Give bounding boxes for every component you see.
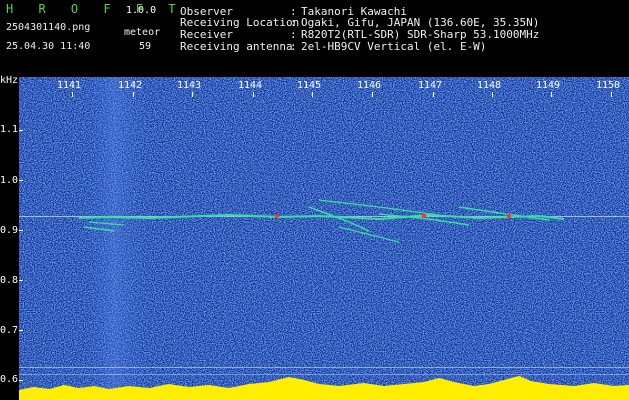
date-time: 25.04.30 11:40: [6, 41, 91, 52]
y-tick-5: [19, 330, 23, 331]
x-tick-label-1142: 1142: [118, 80, 143, 91]
trace-peak-1: [274, 213, 280, 219]
x-tick-label-1148: 1148: [477, 80, 502, 91]
y-tick-4: [19, 280, 23, 281]
x-tick-1145: [312, 92, 313, 97]
x-tick-1149: [551, 92, 552, 97]
y-tick-label-0-7: 0.7: [0, 325, 19, 336]
y-tick-label-1-1: 1.1: [0, 124, 19, 135]
x-tick-label-1143: 1143: [177, 80, 202, 91]
trace-peak-2: [421, 213, 427, 219]
y-axis-unit: kHz: [0, 75, 19, 86]
x-tick-label-1144: 1144: [238, 80, 263, 91]
x-tick-1141: [72, 92, 73, 97]
mode-label: meteor: [124, 27, 161, 38]
file-name: 2504301140.png: [6, 22, 91, 33]
x-tick-1143: [192, 92, 193, 97]
spectrogram-svg: [19, 77, 629, 400]
y-tick-label-1-0: 1.0: [0, 175, 19, 186]
spectrogram: [19, 77, 629, 400]
y-tick-2: [19, 180, 23, 181]
y-tick-1: [19, 130, 23, 131]
meta-colon-4: :: [290, 40, 297, 53]
x-tick-label-1147: 1147: [418, 80, 443, 91]
x-tick-label-1141: 1141: [57, 80, 82, 91]
x-tick-label-1145: 1145: [297, 80, 322, 91]
vertical-noise-band: [87, 77, 147, 400]
y-tick-label-0-9: 0.9: [0, 225, 19, 236]
app-version: 1.0.0: [126, 5, 157, 16]
app-name: H R O F F T: [6, 2, 185, 16]
x-tick-1147: [433, 92, 434, 97]
x-tick-1148: [492, 92, 493, 97]
x-tick-1142: [133, 92, 134, 97]
x-tick-1144: [253, 92, 254, 97]
x-tick-1146: [372, 92, 373, 97]
trace-peak-3: [506, 213, 512, 219]
meta-label-antenna: Receiving antenna: [180, 40, 293, 53]
x-tick-label-1146: 1146: [357, 80, 382, 91]
y-tick-6: [19, 380, 23, 381]
meta-value-antenna: 2el-HB9CV Vertical (el. E-W): [301, 40, 487, 53]
y-tick-label-0-6: 0.6: [0, 374, 19, 385]
x-tick-label-1150: 1150: [596, 80, 621, 91]
y-tick-label-0-8: 0.8: [0, 275, 19, 286]
meteor-count: 59: [139, 41, 152, 52]
x-tick-label-1149: 1149: [536, 80, 561, 91]
x-tick-1150: [611, 92, 612, 97]
y-tick-3: [19, 230, 23, 231]
